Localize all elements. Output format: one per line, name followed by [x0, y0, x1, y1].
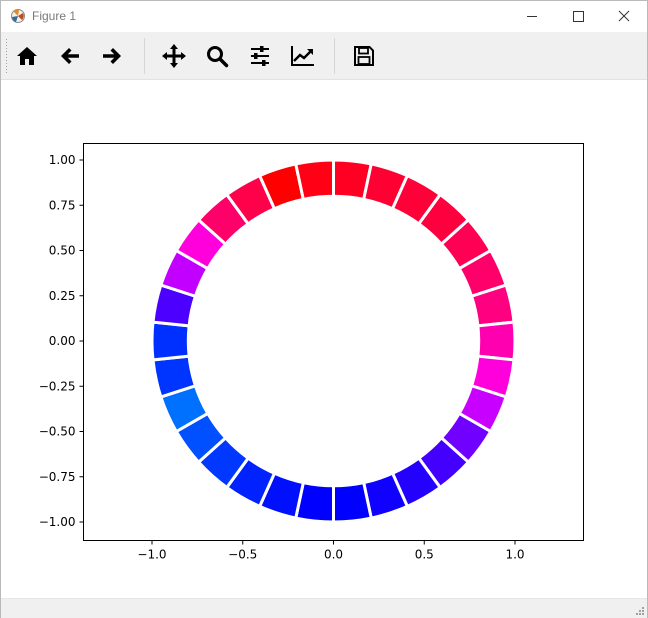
home-button[interactable]	[11, 40, 43, 72]
zoom-button[interactable]	[201, 40, 233, 72]
forward-button[interactable]	[96, 40, 128, 72]
y-tick-label: −0.25	[39, 379, 76, 393]
y-axis: 1.00 0.75 0.50 0.25 0.00 −0.25 −0.50 −0.75 −1.00	[39, 153, 84, 529]
pie-wedge	[150, 320, 191, 362]
y-tick-label: −0.50	[39, 425, 76, 439]
pie-wedge	[332, 480, 374, 524]
window-title: Figure 1	[32, 9, 77, 23]
maximize-button[interactable]	[555, 1, 601, 32]
toolbar-separator	[334, 38, 335, 74]
sliders-icon	[251, 46, 269, 66]
pie-chart: −1.0 −0.5 0.0 0.5 1.0 1.00 0.75 0.50 0.25 0.00 −0…	[39, 143, 584, 562]
y-tick-label: −1.00	[39, 515, 76, 529]
status-bar	[1, 598, 647, 618]
save-button[interactable]	[348, 40, 380, 72]
donut-wedges	[150, 158, 517, 524]
figure-window: Figure 1 −1.0 −0.5 0.0 0.5 1.0 1.00 0.75…	[0, 0, 648, 618]
resize-grip-icon[interactable]	[633, 604, 645, 616]
close-button[interactable]	[601, 1, 647, 32]
x-tick-label: −1.0	[137, 548, 166, 562]
y-tick-label: 0.75	[49, 198, 76, 212]
move-icon	[162, 44, 186, 68]
minimize-icon	[527, 16, 537, 17]
x-axis: −1.0 −0.5 0.0 0.5 1.0	[137, 540, 525, 562]
arrow-right-icon	[103, 48, 121, 64]
x-tick-label: 1.0	[505, 548, 524, 562]
magnifier-icon	[207, 46, 229, 68]
maximize-icon	[573, 11, 584, 22]
x-tick-label: 0.5	[415, 548, 434, 562]
toolbar-separator	[144, 38, 145, 74]
matplotlib-app-icon	[11, 9, 25, 23]
toolbar-grip-icon[interactable]	[5, 38, 8, 74]
close-icon	[618, 10, 630, 22]
navigation-toolbar	[1, 32, 647, 80]
x-tick-label: −0.5	[228, 548, 257, 562]
y-tick-label: −0.75	[39, 470, 76, 484]
floppy-disk-icon	[354, 46, 374, 66]
home-icon	[17, 47, 37, 65]
y-tick-label: 0.50	[49, 244, 76, 258]
x-tick-label: 0.0	[324, 548, 343, 562]
edit-axes-button[interactable]	[287, 40, 319, 72]
pie-wedge	[476, 320, 517, 362]
configure-subplots-button[interactable]	[244, 40, 276, 72]
pie-wedge	[293, 158, 335, 202]
figure-canvas[interactable]: −1.0 −0.5 0.0 0.5 1.0 1.00 0.75 0.50 0.25 0.00 −0…	[1, 80, 647, 598]
y-tick-label: 1.00	[49, 153, 76, 167]
pan-button[interactable]	[158, 40, 190, 72]
chart-line-icon	[291, 46, 314, 66]
back-button[interactable]	[54, 40, 86, 72]
minimize-button[interactable]	[509, 1, 555, 32]
y-tick-label: 0.25	[49, 289, 76, 303]
title-bar[interactable]: Figure 1	[1, 1, 647, 32]
y-tick-label: 0.00	[49, 334, 76, 348]
arrow-left-icon	[61, 48, 79, 64]
